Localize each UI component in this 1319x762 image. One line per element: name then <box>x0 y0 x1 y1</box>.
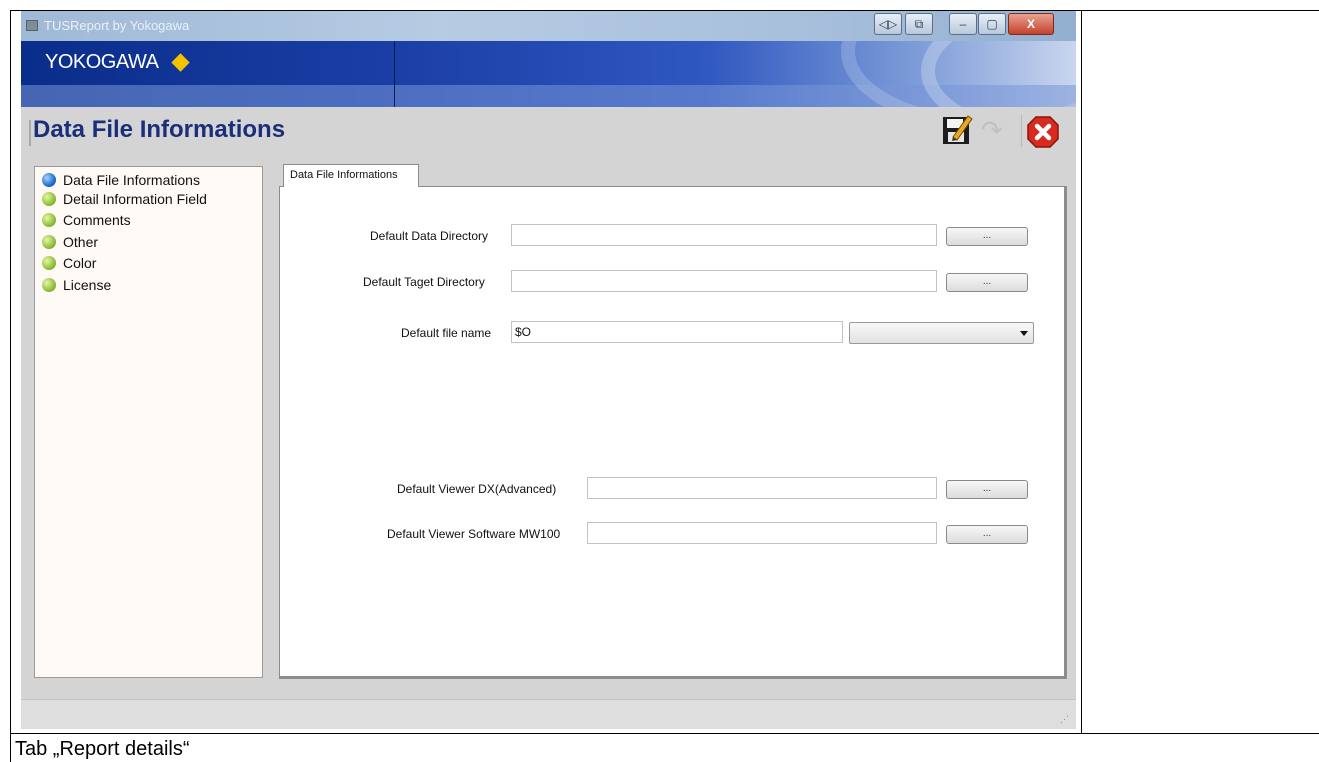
nav-item-label: Data File Informations <box>63 172 200 188</box>
page-title: Data File Informations <box>33 116 286 143</box>
viewer-mw100-label: Default Viewer Software MW100 <box>387 527 561 541</box>
document-caption: Tab „Report details“ <box>15 738 190 760</box>
active-bullet-icon <box>42 173 56 187</box>
dropdown-arrow-icon <box>1020 331 1028 336</box>
bullet-icon <box>42 192 56 206</box>
nav-item-comments[interactable]: Comments <box>42 210 131 230</box>
bullet-icon <box>42 213 56 227</box>
window-title: TUSReport by Yokogawa <box>44 18 190 33</box>
title-accent <box>29 120 31 146</box>
data-directory-browse-button[interactable]: ... <box>946 227 1028 246</box>
nav-item-color[interactable]: Color <box>42 253 96 273</box>
nav-item-label: Color <box>63 255 97 271</box>
brand-banner: YOKOGAWA <box>21 41 1076 107</box>
nav-item-detail-information-field[interactable]: Detail Information Field <box>42 189 207 209</box>
navigation-panel: Data File Informations Detail Informatio… <box>34 166 263 678</box>
target-directory-input[interactable] <box>511 270 937 292</box>
maximize-icon: ▢ <box>986 17 998 31</box>
split-arrows-icon: ◁▷ <box>878 17 898 31</box>
minimize-icon: – <box>959 17 967 31</box>
bullet-icon <box>42 235 56 249</box>
bullet-icon <box>42 278 56 292</box>
viewer-mw100-browse-button[interactable]: ... <box>946 525 1028 544</box>
yokogawa-logo: YOKOGAWA <box>45 51 159 73</box>
tab-label: Data File Informations <box>290 169 398 181</box>
table-border-left <box>10 10 11 762</box>
minimize-button[interactable]: – <box>949 13 977 35</box>
app-window: TUSReport by Yokogawa ◁▷ ⧉ – ▢ X YOKOGAW… <box>21 11 1076 729</box>
file-name-input[interactable]: $O <box>511 321 843 343</box>
viewer-dx-label: Default Viewer DX(Advanced) <box>397 482 557 496</box>
app-icon[interactable] <box>26 20 38 31</box>
save-icon[interactable] <box>941 113 973 147</box>
tab-content-panel <box>279 186 1067 679</box>
table-column-divider <box>1081 10 1082 733</box>
data-directory-label: Default Data Directory <box>370 229 489 243</box>
status-bar: ⋰ <box>21 699 1076 729</box>
title-bar[interactable]: TUSReport by Yokogawa ◁▷ ⧉ – ▢ X <box>21 11 1076 41</box>
target-directory-label: Default Taget Directory <box>363 275 485 289</box>
file-name-label: Default file name <box>401 326 492 340</box>
viewer-dx-input[interactable] <box>587 477 937 499</box>
nav-item-label: License <box>63 277 112 293</box>
banner-divider <box>394 41 395 107</box>
data-directory-input[interactable] <box>511 224 937 246</box>
detach-icon: ⧉ <box>914 17 924 31</box>
banner-swoosh <box>921 41 1076 107</box>
detach-button[interactable]: ⧉ <box>905 13 933 35</box>
target-directory-browse-button[interactable]: ... <box>946 273 1028 292</box>
viewer-mw100-input[interactable] <box>587 522 937 544</box>
close-button[interactable]: X <box>1008 13 1054 35</box>
nav-item-license[interactable]: License <box>42 275 111 295</box>
table-row-divider <box>10 733 1319 734</box>
bullet-icon <box>42 256 56 270</box>
nav-item-label: Other <box>63 234 99 250</box>
viewer-dx-browse-button[interactable]: ... <box>946 480 1028 499</box>
undo-icon[interactable]: ↷ <box>981 117 1013 143</box>
logo-diamond-icon <box>171 53 190 72</box>
cancel-icon[interactable] <box>1026 115 1060 149</box>
nav-item-label: Detail Information Field <box>63 191 207 207</box>
split-view-button[interactable]: ◁▷ <box>874 13 902 35</box>
nav-item-label: Comments <box>63 212 131 228</box>
nav-item-other[interactable]: Other <box>42 232 98 252</box>
resize-grip-icon[interactable]: ⋰ <box>1060 714 1070 724</box>
file-name-dropdown[interactable] <box>849 322 1034 344</box>
maximize-button[interactable]: ▢ <box>978 13 1006 35</box>
tab-data-file-informations[interactable]: Data File Informations <box>283 164 419 187</box>
nav-item-data-file-informations[interactable]: Data File Informations <box>42 170 200 190</box>
toolbar-separator <box>1021 115 1022 147</box>
